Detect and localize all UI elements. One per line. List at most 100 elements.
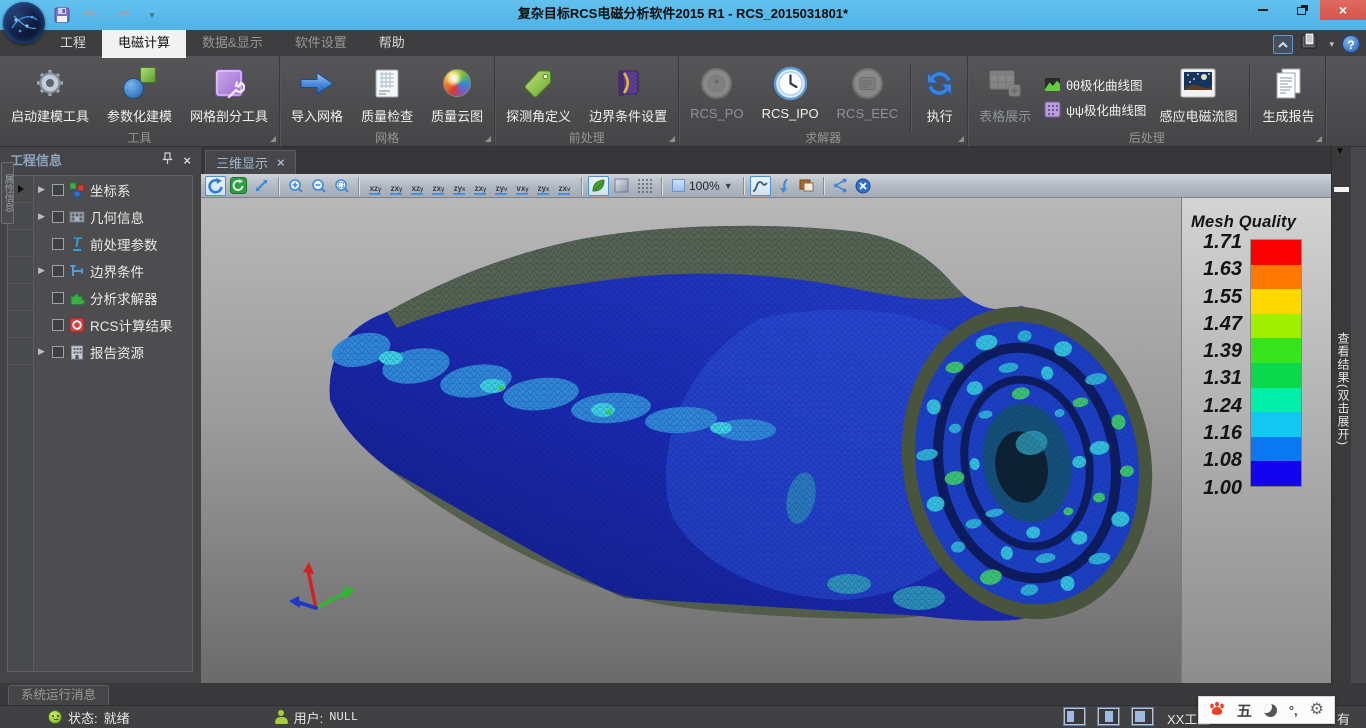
ribbon-button-mesh-partition-tool[interactable]: 网格剖分工具 bbox=[181, 61, 277, 125]
axis-view-button-0[interactable]: xzy bbox=[365, 176, 386, 196]
tree-item-checkbox[interactable] bbox=[52, 292, 64, 304]
arrow-down-button[interactable] bbox=[773, 176, 794, 196]
expand-arrow-icon[interactable]: ▶ bbox=[36, 184, 47, 195]
ribbon-button-table-view[interactable]: 表格展示 bbox=[970, 61, 1040, 125]
zoom-level-control[interactable]: 100% ▼ bbox=[668, 179, 737, 193]
ribbon-button-quality-check[interactable]: 质量检查 bbox=[352, 61, 422, 125]
minimize-button[interactable] bbox=[1244, 0, 1282, 20]
tree-item-checkbox[interactable] bbox=[52, 346, 64, 358]
tab-property-info[interactable]: 属性信息 bbox=[1, 162, 14, 224]
ribbon-group-2: 探测角定义边界条件设置前处理 bbox=[495, 56, 679, 146]
shaded-view-button[interactable] bbox=[588, 176, 609, 196]
ribbon-button-import-mesh[interactable]: 导入网格 bbox=[282, 61, 352, 125]
ribbon-button-parametric-modeling[interactable]: 参数化建模 bbox=[98, 61, 181, 125]
axis-view-button-8[interactable]: zyx bbox=[533, 176, 554, 196]
close-button[interactable]: × bbox=[1320, 0, 1366, 20]
tab-overflow-caret[interactable]: ▼ bbox=[1335, 146, 1345, 157]
ribbon-button-boundary-condition-settings[interactable]: 边界条件设置 bbox=[580, 61, 676, 125]
expand-arrow-icon[interactable]: ▶ bbox=[36, 211, 47, 222]
group-dialog-launcher-icon[interactable] bbox=[669, 136, 675, 142]
axis-view-button-5[interactable]: zxy bbox=[470, 176, 491, 196]
tree-item-1[interactable]: ▶几何信息 bbox=[34, 203, 192, 230]
clipboard-dropdown-caret[interactable]: ▾ bbox=[1329, 39, 1334, 50]
restore-button[interactable] bbox=[1282, 0, 1320, 20]
curve-display-button[interactable] bbox=[750, 176, 771, 196]
ribbon-button-theta-polar-curve[interactable]: θθ极化曲线图 bbox=[1044, 75, 1146, 94]
ribbon-group-label: 后处理 bbox=[1129, 131, 1165, 145]
axis-view-button-6[interactable]: zyv bbox=[491, 176, 512, 196]
axis-view-button-7[interactable]: vxy bbox=[512, 176, 533, 196]
axis-view-button-2[interactable]: xzy bbox=[407, 176, 428, 196]
clipboard-icon[interactable] bbox=[1301, 33, 1321, 55]
tree-item-2[interactable]: T前处理参数 bbox=[34, 230, 192, 257]
wireframe-view-button[interactable] bbox=[611, 176, 632, 196]
axis-view-button-9[interactable]: zxv bbox=[554, 176, 575, 196]
zoom-in-icon[interactable] bbox=[285, 176, 306, 196]
ribbon-button-rcs-eec[interactable]: RCS_EEC bbox=[828, 61, 907, 121]
axis-view-button-1[interactable]: zxy bbox=[386, 176, 407, 196]
tab-system-messages[interactable]: 系统运行消息 bbox=[8, 685, 109, 705]
ribbon-button-psi-polar-curve[interactable]: ψψ极化曲线图 bbox=[1044, 100, 1146, 119]
tree-item-checkbox[interactable] bbox=[52, 265, 64, 277]
layout-left-button[interactable] bbox=[1064, 708, 1085, 725]
group-dialog-launcher-icon[interactable] bbox=[270, 136, 276, 142]
ribbon-button-induced-em-current-map[interactable]: 感应电磁流图 bbox=[1150, 61, 1246, 125]
axis-view-button-3[interactable]: zxy bbox=[428, 176, 449, 196]
group-dialog-launcher-icon[interactable] bbox=[485, 136, 491, 142]
tree-item-3[interactable]: ▶边界条件 bbox=[34, 257, 192, 284]
share-vector-button[interactable] bbox=[830, 176, 851, 196]
ime-fullwidth-icon[interactable] bbox=[1264, 704, 1277, 717]
menu-tab-gongcheng[interactable]: 工程 bbox=[44, 30, 102, 56]
ime-mode-label[interactable]: 五 bbox=[1237, 700, 1252, 721]
zoom-out-icon[interactable] bbox=[308, 176, 329, 196]
pin-icon[interactable] bbox=[162, 152, 173, 168]
tree-item-checkbox[interactable] bbox=[52, 238, 64, 250]
layers-window-button[interactable] bbox=[796, 176, 817, 196]
ribbon-button-generate-report[interactable]: 生成报告 bbox=[1253, 61, 1323, 125]
zoom-extents-button[interactable] bbox=[251, 176, 272, 196]
zoom-level-caret[interactable]: ▼ bbox=[724, 181, 733, 191]
results-collapsed-bar[interactable]: 查看结果(双击展开) bbox=[1331, 147, 1351, 683]
ribbon-group-0: 启动建模工具参数化建模网格剖分工具工具 bbox=[0, 56, 280, 146]
ime-settings-gear-icon[interactable]: ⚙ bbox=[1310, 702, 1324, 718]
ime-paw-icon[interactable] bbox=[1209, 701, 1225, 719]
rotate-view-button[interactable] bbox=[205, 176, 226, 196]
help-icon[interactable]: ? bbox=[1342, 35, 1360, 53]
tree-item-0[interactable]: ▶坐标系 bbox=[34, 176, 192, 203]
points-view-button[interactable] bbox=[634, 176, 655, 196]
tree-item-4[interactable]: 分析求解器 bbox=[34, 284, 192, 311]
group-dialog-launcher-icon[interactable] bbox=[958, 136, 964, 142]
layout-center-button[interactable] bbox=[1098, 708, 1119, 725]
tree-item-checkbox[interactable] bbox=[52, 319, 64, 331]
menu-tab-dianci-jisuan[interactable]: 电磁计算 bbox=[102, 30, 186, 58]
ribbon-button-start-modeling-tool[interactable]: 启动建模工具 bbox=[2, 61, 98, 125]
group-dialog-launcher-icon[interactable] bbox=[1316, 136, 1322, 142]
ime-punctuation-label[interactable]: °, bbox=[1289, 703, 1298, 718]
viewport-3d[interactable]: Mesh Quality 1.711.631.551.471.391.311.2… bbox=[201, 198, 1331, 683]
ribbon-button-execute[interactable]: 执行 bbox=[914, 61, 965, 125]
tab-close-icon[interactable]: × bbox=[277, 155, 285, 170]
tree-item-checkbox[interactable] bbox=[52, 184, 64, 196]
menu-tab-ruanjian-shezhi[interactable]: 软件设置 bbox=[279, 30, 363, 56]
layout-right-button[interactable] bbox=[1132, 708, 1153, 725]
expand-arrow-icon[interactable]: ▶ bbox=[36, 265, 47, 276]
tree-item-6[interactable]: ▶报告资源 bbox=[34, 338, 192, 365]
ribbon-button-quality-cloud-map[interactable]: 质量云图 bbox=[422, 61, 492, 125]
expand-arrow-icon[interactable]: ▶ bbox=[36, 346, 47, 357]
menu-bar-right: ▾ ? bbox=[1273, 33, 1360, 55]
zoom-window-icon[interactable] bbox=[331, 176, 352, 196]
menu-tab-bangzhu[interactable]: 帮助 bbox=[363, 30, 421, 56]
orbit-view-button[interactable] bbox=[228, 176, 249, 196]
ribbon-button-probe-angle-define[interactable]: 探测角定义 bbox=[497, 61, 580, 125]
close-view-button[interactable] bbox=[853, 176, 874, 196]
ribbon-button-rcs-ipo[interactable]: RCS_IPO bbox=[753, 61, 828, 121]
app-logo[interactable] bbox=[3, 2, 45, 44]
collapse-ribbon-icon[interactable] bbox=[1273, 35, 1293, 54]
close-panel-icon[interactable]: × bbox=[183, 153, 191, 168]
tab-3d-display[interactable]: 三维显示 × bbox=[205, 150, 296, 174]
ribbon-button-rcs-po[interactable]: RCS_PO bbox=[681, 61, 752, 121]
tree-item-5[interactable]: RCS计算结果 bbox=[34, 311, 192, 338]
tree-item-checkbox[interactable] bbox=[52, 211, 64, 223]
axis-view-button-4[interactable]: zyx bbox=[449, 176, 470, 196]
menu-tab-shuju-xianshi[interactable]: 数据&显示 bbox=[186, 30, 279, 56]
